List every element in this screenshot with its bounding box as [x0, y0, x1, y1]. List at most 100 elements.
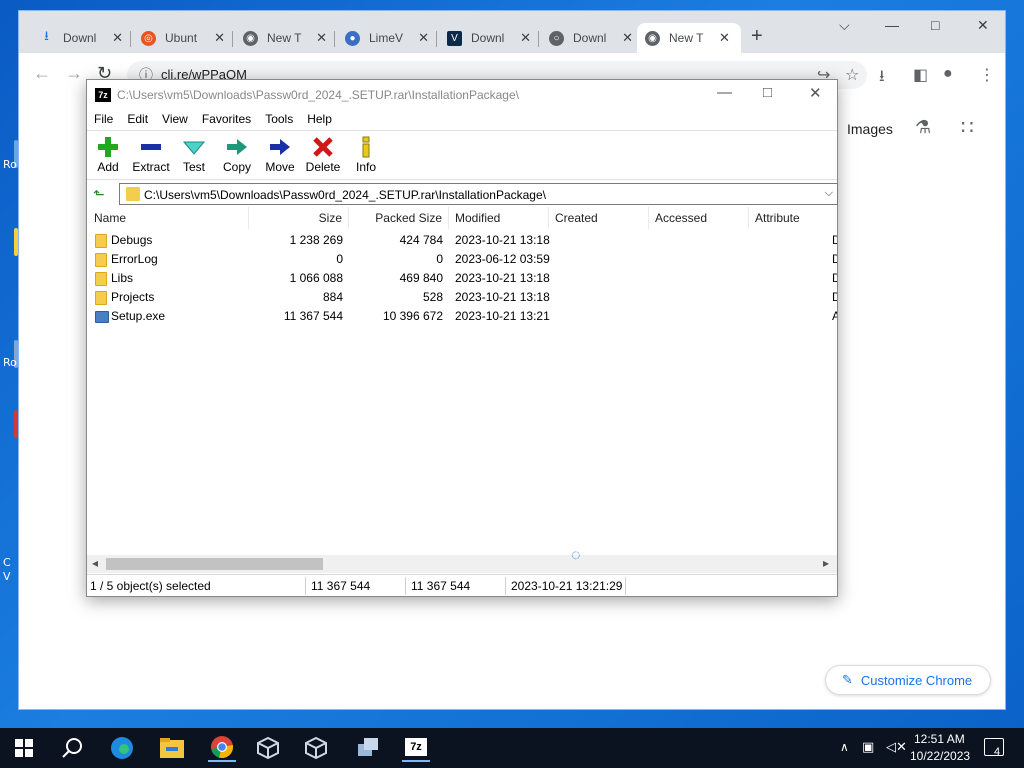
- side-panel-icon[interactable]: ◧: [913, 65, 928, 85]
- path-combobox[interactable]: C:\Users\vm5\Downloads\Passw0rd_2024_.SE…: [119, 183, 838, 205]
- status-bar: 1 / 5 object(s) selected 11 367 544 11 3…: [87, 574, 837, 596]
- row-packed: 0: [436, 252, 443, 266]
- column-name[interactable]: Name: [87, 207, 249, 229]
- downloads-icon[interactable]: ⭳: [879, 65, 885, 92]
- tab-limewire[interactable]: ● LimeV ✕: [337, 23, 437, 53]
- menu-edit[interactable]: Edit: [127, 110, 148, 130]
- virtualbox-icon[interactable]: [302, 734, 330, 762]
- table-row[interactable]: Projects 884 528 2023-10-21 13:18 D: [87, 288, 837, 307]
- column-packed-size[interactable]: Packed Size: [349, 207, 449, 229]
- customize-chrome-button[interactable]: ✎ Customize Chrome: [825, 665, 991, 695]
- close-icon[interactable]: ✕: [316, 30, 327, 46]
- close-window-icon[interactable]: ✕: [977, 17, 989, 34]
- test-label: Test: [182, 160, 205, 174]
- start-windows-icon[interactable]: [10, 734, 38, 762]
- row-packed: 469 840: [399, 271, 443, 285]
- maximize-icon[interactable]: □: [931, 17, 939, 33]
- row-size: 11 367 544: [283, 309, 343, 323]
- virtualbox-icon[interactable]: [254, 734, 282, 762]
- desktop-shortcut-label: C: [3, 556, 11, 569]
- scroll-right-icon[interactable]: ▸: [823, 556, 829, 570]
- network-icon[interactable]: ▣: [862, 739, 874, 755]
- table-row[interactable]: Libs 1 066 088 469 840 2023-10-21 13:18 …: [87, 269, 837, 288]
- tab-search-chevron-icon[interactable]: ⌵: [839, 17, 850, 34]
- info-button[interactable]: Info: [345, 135, 387, 179]
- menu-view[interactable]: View: [162, 110, 188, 130]
- back-arrow-icon[interactable]: ←: [33, 63, 51, 84]
- clock-date[interactable]: 10/22/2023: [910, 749, 970, 763]
- bookmark-star-icon[interactable]: ☆: [845, 65, 859, 85]
- copy-button[interactable]: Copy: [216, 135, 258, 179]
- tab-new-tab-1[interactable]: ◉ New T ✕: [235, 23, 335, 53]
- title-bar[interactable]: 7z C:\Users\vm5\Downloads\Passw0rd_2024_…: [87, 80, 837, 110]
- tab-downloads-2[interactable]: V Downl ✕: [439, 23, 539, 53]
- close-icon[interactable]: ✕: [112, 30, 123, 46]
- 7zip-taskbar-icon[interactable]: 7z: [402, 734, 430, 762]
- search-icon[interactable]: [58, 734, 86, 762]
- close-icon[interactable]: ✕: [809, 84, 822, 102]
- forward-arrow-icon[interactable]: →: [65, 63, 83, 84]
- clock-time[interactable]: 12:51 AM: [914, 732, 965, 746]
- tab-downloads-3[interactable]: ○ Downl ✕: [541, 23, 641, 53]
- folder-up-icon[interactable]: ⬑: [93, 186, 105, 203]
- row-attr: D: [832, 252, 837, 266]
- chrome-icon[interactable]: [208, 734, 236, 762]
- row-name: Libs: [111, 271, 134, 285]
- folder-icon: [95, 272, 107, 286]
- profile-icon[interactable]: ●: [943, 65, 953, 83]
- tab-downloads-1[interactable]: ⭳ Downl ✕: [31, 23, 131, 53]
- customize-chrome-label: Customize Chrome: [860, 672, 973, 688]
- labs-flask-icon[interactable]: ⚗: [915, 117, 931, 138]
- close-icon[interactable]: ✕: [418, 30, 429, 46]
- file-explorer-icon[interactable]: [158, 734, 186, 762]
- maximize-icon[interactable]: □: [763, 84, 772, 101]
- table-row[interactable]: ErrorLog 0 0 2023-06-12 03:59 D: [87, 250, 837, 269]
- close-icon[interactable]: ✕: [719, 30, 730, 46]
- menu-dots-icon[interactable]: ⋮: [979, 65, 995, 85]
- status-size: 11 367 544: [311, 579, 371, 593]
- column-size[interactable]: Size: [249, 207, 349, 229]
- path-text: C:\Users\vm5\Downloads\Passw0rd_2024_.SE…: [144, 188, 546, 202]
- tab-strip: ⭳ Downl ✕ ◎ Ubunt ✕ ◉ New T ✕ ● LimeV ✕ …: [19, 11, 1005, 53]
- column-modified[interactable]: Modified: [449, 207, 549, 229]
- folder-icon: [95, 253, 107, 267]
- tab-new-tab-active[interactable]: ◉ New T ✕: [637, 23, 741, 53]
- scroll-left-icon[interactable]: ◂: [92, 556, 98, 570]
- minimize-icon[interactable]: —: [885, 17, 899, 33]
- table-row[interactable]: Setup.exe 11 367 544 10 396 672 2023-10-…: [87, 307, 837, 326]
- close-icon[interactable]: ✕: [214, 30, 225, 46]
- menu-file[interactable]: File: [94, 110, 113, 130]
- row-packed: 10 396 672: [382, 309, 443, 323]
- extract-button[interactable]: Extract: [130, 135, 172, 179]
- close-icon[interactable]: ✕: [520, 30, 531, 46]
- column-accessed[interactable]: Accessed: [649, 207, 749, 229]
- volume-muted-icon[interactable]: ◁✕: [886, 739, 907, 755]
- desktop-shortcut-label: V: [3, 570, 11, 583]
- move-button[interactable]: Move: [259, 135, 301, 179]
- menu-favorites[interactable]: Favorites: [202, 110, 251, 130]
- column-created[interactable]: Created: [549, 207, 649, 229]
- row-size: 1 238 269: [289, 233, 343, 247]
- google-images-link[interactable]: Images: [847, 121, 893, 137]
- menu-help[interactable]: Help: [307, 110, 332, 130]
- menu-tools[interactable]: Tools: [265, 110, 293, 130]
- scrollbar-thumb[interactable]: [106, 558, 323, 570]
- test-button[interactable]: Test: [173, 135, 215, 179]
- folder-icon: [95, 291, 107, 305]
- tab-ubuntu[interactable]: ◎ Ubunt ✕: [133, 23, 233, 53]
- network-tool-icon[interactable]: [354, 734, 382, 762]
- close-icon[interactable]: ✕: [622, 30, 633, 46]
- apps-grid-icon[interactable]: ∷: [961, 115, 974, 140]
- new-tab-plus-icon[interactable]: +: [751, 25, 763, 48]
- chevron-up-icon[interactable]: ∧: [840, 740, 849, 754]
- pencil-icon: ✎: [842, 672, 853, 687]
- column-attributes[interactable]: Attribute: [749, 207, 837, 229]
- minimize-icon[interactable]: —: [717, 84, 732, 101]
- chevron-down-icon[interactable]: ⌵: [825, 187, 833, 200]
- table-row[interactable]: Debugs 1 238 269 424 784 2023-10-21 13:1…: [87, 231, 837, 250]
- row-size: 1 066 088: [289, 271, 343, 285]
- horizontal-scrollbar[interactable]: ◂ ▸ ◌: [87, 547, 837, 573]
- add-button[interactable]: Add: [87, 135, 129, 179]
- delete-button[interactable]: Delete: [302, 135, 344, 179]
- edge-icon[interactable]: [108, 734, 136, 762]
